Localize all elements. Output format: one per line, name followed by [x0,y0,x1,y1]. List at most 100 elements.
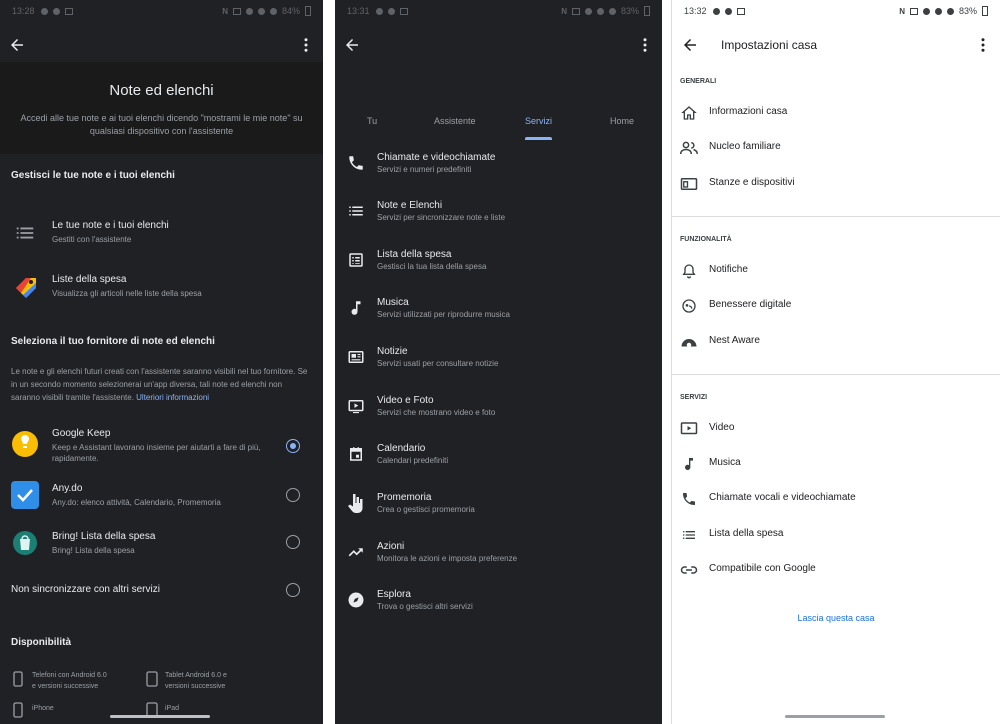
wifi-icon [934,7,942,15]
radio-bring[interactable] [286,535,300,549]
home-info-item[interactable]: Informazioni casa [672,103,1000,123]
service-title: Promemoria [377,492,432,503]
shopping-lists-row[interactable]: Liste della spesa Visualizza gli articol… [0,272,323,304]
service-calls[interactable]: Chiamate e videochiamate Servizi e numer… [335,152,662,192]
provider-anydo[interactable]: Any.do Any.do: elenco attività, Calendar… [0,481,323,513]
item-label: Musica [709,457,741,468]
tab-assistente[interactable]: Assistente [434,116,476,126]
service-stocks[interactable]: Azioni Monitora le azioni e imposta pref… [335,541,662,581]
gallery-icon [399,7,408,15]
availability-iphone: iPhone [32,705,54,712]
panel-gap [662,0,671,724]
back-arrow-icon[interactable] [681,36,699,54]
video-item[interactable]: Video [672,419,1000,439]
volte-icon [232,7,241,15]
status-time: 13:28 [12,6,35,16]
signal-icon [608,7,616,15]
service-title: Video e Foto [377,395,434,406]
service-news[interactable]: Notizie Servizi usati per consultare not… [335,346,662,386]
more-vert-icon[interactable] [974,36,992,54]
link-icon [680,566,698,574]
more-info-link[interactable]: Ulteriori informazioni [136,393,209,402]
provider-info: Le note e gli elenchi futuri creati con … [11,365,309,404]
tab-tu[interactable]: Tu [367,116,377,126]
service-shopping-list[interactable]: Lista della spesa Gestisci la tua lista … [335,249,662,289]
wellbeing-icon [682,299,696,313]
iphone-device-icon [13,702,23,718]
notifications-item[interactable]: Notifiche [672,261,1000,281]
digital-wellbeing-item[interactable]: Benessere digitale [672,296,1000,316]
facebook-icon [52,7,60,15]
nfc-icon: N [561,6,567,16]
provider-google-keep[interactable]: Google Keep Keep e Assistant lavorano in… [0,428,323,468]
item-label: Nest Aware [709,335,760,346]
assistant-services-panel: 13:31 N 83% Tu Assistente Servizi Home Ch… [335,0,662,724]
gesture-bar[interactable] [785,715,885,718]
service-explore[interactable]: Esplora Trova o gestisci altri servizi [335,589,662,629]
status-bar: 13:31 N 83% [335,0,662,22]
back-arrow-icon[interactable] [8,36,26,54]
service-calendar[interactable]: Calendario Calendari predefiniti [335,443,662,483]
item-label: Nucleo familiare [709,141,781,152]
tab-home[interactable]: Home [610,116,634,126]
tab-bar: Tu Assistente Servizi Home [335,112,662,140]
shopping-list-item[interactable]: Lista della spesa [672,525,1000,545]
calls-item[interactable]: Chiamate vocali e videochiamate [672,489,1000,509]
bell-icon [682,264,696,279]
page-description: Accedi alle tue note e ai tuoi elenchi d… [20,113,303,136]
leave-home-button[interactable]: Lascia questa casa [672,613,1000,623]
devices-icon [680,178,698,190]
service-title: Notizie [377,346,408,357]
service-video-photo[interactable]: Video e Foto Servizi che mostrano video … [335,395,662,435]
status-time: 13:32 [684,6,707,16]
service-music[interactable]: Musica Servizi utilizzati per riprodurre… [335,297,662,337]
compass-icon [348,592,364,608]
music-item[interactable]: Musica [672,454,1000,474]
item-label: Lista della spesa [709,528,784,539]
radio-no-sync[interactable] [286,583,300,597]
item-label: Informazioni casa [709,106,788,117]
provider-title: Bring! Lista della spesa [52,531,156,542]
location-icon [375,7,383,15]
no-sync-row[interactable]: Non sincronizzare con altri servizi [0,582,323,602]
service-title: Musica [377,297,409,308]
status-time: 13:31 [347,6,370,16]
provider-title: Any.do [52,483,83,494]
tab-servizi[interactable]: Servizi [525,116,552,126]
service-title: Calendario [377,443,426,454]
location-icon [712,7,720,15]
facebook-icon [387,7,395,15]
trending-icon [348,548,363,557]
radio-anydo[interactable] [286,488,300,502]
back-arrow-icon[interactable] [343,36,361,54]
service-reminders[interactable]: Promemoria Crea o gestisci promemoria [335,492,662,532]
service-subtitle: Gestisci la tua lista della spesa [377,262,487,271]
panel-gap [323,0,335,724]
no-sync-label: Non sincronizzare con altri servizi [11,584,160,595]
battery-icon [644,6,650,16]
nest-aware-icon [681,339,697,348]
gesture-bar[interactable] [110,715,210,718]
service-title: Note e Elenchi [377,200,443,211]
more-vert-icon[interactable] [636,36,654,54]
item-label: Compatibile con Google [709,563,816,574]
more-vert-icon[interactable] [297,36,315,54]
notes-lists-row[interactable]: Le tue note e i tuoi elenchi Gestiti con… [0,218,323,250]
battery-icon [305,6,311,16]
works-with-google-item[interactable]: Compatibile con Google [672,560,1000,580]
provider-bring[interactable]: Bring! Lista della spesa Bring! Lista de… [0,529,323,561]
service-title: Esplora [377,589,411,600]
list-icon [683,531,695,539]
radio-google-keep[interactable] [286,439,300,453]
page-header [0,62,323,154]
list-icon [349,206,363,216]
vibrate-icon [245,7,253,15]
nest-aware-item[interactable]: Nest Aware [672,332,1000,352]
rooms-devices-item[interactable]: Stanze e dispositivi [672,174,1000,194]
volte-icon [571,7,580,15]
service-subtitle: Monitora le azioni e imposta preferenze [377,554,518,563]
availability-android-phone: Telefoni con Android 6.0 e versioni succe… [32,672,107,690]
service-title: Azioni [377,541,405,552]
household-item[interactable]: Nucleo familiare [672,138,1000,158]
service-notes[interactable]: Note e Elenchi Servizi per sincronizzare… [335,200,662,240]
